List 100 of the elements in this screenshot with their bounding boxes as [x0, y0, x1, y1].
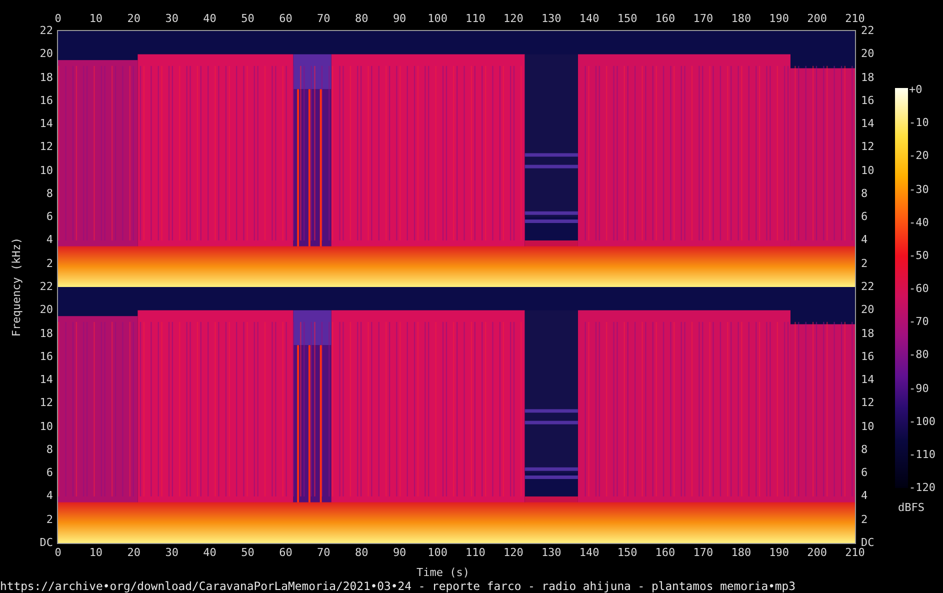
- axis-tick-label: 80: [354, 547, 368, 559]
- colorbar-tick-label: -110: [909, 448, 936, 461]
- axis-tick-label: 20: [40, 304, 53, 316]
- axis-tick-label: 22: [861, 281, 874, 293]
- axis-tick-label: 170: [693, 547, 714, 559]
- axis-tick-label: 190: [769, 13, 790, 25]
- axis-tick-label: 12: [861, 397, 874, 410]
- axis-tick-label: 210: [845, 547, 865, 559]
- axis-tick-label: 14: [861, 118, 874, 130]
- axis-tick-label: 2: [46, 514, 53, 526]
- axis-tick-label: 100: [428, 547, 448, 559]
- axis-tick-label: 10: [861, 164, 874, 177]
- axis-tick-label: 90: [392, 547, 406, 559]
- axis-tick-label: 18: [40, 328, 53, 340]
- axis-tick-label: 4: [861, 490, 868, 502]
- axis-tick-label: 12: [40, 397, 53, 410]
- axis-tick-label: 2: [46, 258, 53, 270]
- axis-tick-label: 8: [46, 188, 53, 200]
- axis-tick-label: 12: [861, 141, 874, 154]
- colorbar-unit: dBFS: [898, 502, 924, 514]
- axis-tick-label: 200: [807, 547, 827, 559]
- axis-tick-label: 130: [541, 547, 562, 559]
- source-url: https://archive•org/download/CaravanaPorLaMemoria/2021•03•24 - reporte farco - radio ahijuna - plantamos memoria•mp3: [0, 580, 796, 593]
- axis-tick-label: DC: [861, 537, 874, 549]
- axis-tick-label: 100: [428, 13, 448, 25]
- axis-tick-label: 20: [861, 48, 874, 60]
- axis-tick-label: 140: [579, 547, 600, 559]
- axis-tick-label: 16: [40, 350, 53, 363]
- colorbar-tick-label: -50: [909, 250, 929, 262]
- axis-tick-label: 20: [127, 547, 141, 559]
- axis-tick-label: 12: [40, 141, 53, 154]
- axis-tick-label: 90: [392, 13, 406, 25]
- colorbar-tick-label: -90: [909, 382, 929, 394]
- axis-tick-label: 210: [845, 13, 865, 25]
- axis-tick-label: 160: [655, 13, 676, 25]
- axis-tick-label: 40: [203, 13, 216, 25]
- axis-tick-label: 110: [466, 13, 486, 25]
- axis-tick-label: 110: [466, 547, 486, 559]
- axis-tick-label: 4: [46, 490, 53, 502]
- axis-tick-label: 4: [46, 234, 53, 246]
- axis-tick-label: 6: [861, 211, 868, 224]
- axis-tick-label: 0: [54, 547, 62, 559]
- axis-tick-label: 180: [731, 547, 752, 559]
- axis-tick-label: 30: [165, 547, 178, 559]
- axis-tick-label: 10: [861, 420, 874, 433]
- axis-tick-label: 2: [861, 258, 868, 270]
- axis-tick-label: 6: [46, 211, 53, 224]
- axis-tick-label: 120: [503, 13, 524, 25]
- axis-tick-label: 70: [317, 547, 330, 559]
- axis-tick-label: 10: [89, 13, 103, 25]
- colorbar-tick-label: -10: [909, 117, 929, 130]
- axis-tick-label: 16: [861, 350, 874, 363]
- axis-tick-label: 22: [40, 281, 53, 293]
- axis-label: Frequency (kHz): [11, 237, 23, 337]
- axis-tick-label: 60: [279, 547, 292, 559]
- axis-tick-label: 10: [40, 420, 53, 433]
- axis-tick-label: 0: [54, 13, 62, 25]
- colorbar-tick-label: -120: [909, 482, 936, 494]
- axis-tick-label: 14: [40, 118, 53, 130]
- axis-tick-label: 6: [46, 467, 53, 480]
- axis-tick-label: 190: [769, 547, 790, 559]
- axis-tick-label: 30: [165, 13, 178, 25]
- axis-tick-label: 6: [861, 467, 868, 480]
- axis-tick-label: 120: [503, 547, 524, 559]
- colorbar-tick-label: +0: [909, 84, 922, 96]
- colorbar-tick-label: -70: [909, 316, 929, 328]
- axis-tick-label: 8: [46, 444, 53, 456]
- axis-tick-label: 180: [731, 13, 752, 25]
- axis-tick-label: 130: [541, 13, 562, 25]
- axis-tick-label: 20: [861, 304, 874, 316]
- axis-tick-label: 60: [279, 13, 292, 25]
- axis-tick-label: 80: [354, 13, 368, 25]
- axis-tick-label: 18: [861, 328, 874, 340]
- axis-tick-label: 2: [861, 514, 868, 526]
- axis-tick-label: 140: [579, 13, 600, 25]
- axis-label: Time (s): [416, 567, 470, 579]
- axis-tick-label: 22: [40, 25, 53, 37]
- axis-tick-label: 40: [203, 547, 216, 559]
- axis-tick-label: 14: [40, 374, 53, 386]
- axis-tick-label: DC: [40, 537, 53, 549]
- colorbar-tick-label: -80: [909, 349, 929, 362]
- axis-tick-label: 18: [40, 72, 53, 84]
- colorbar-tick-label: -20: [909, 150, 929, 162]
- axis-tick-label: 4: [861, 234, 868, 246]
- colorbar-tick-label: -100: [909, 416, 936, 428]
- axis-tick-label: 150: [617, 13, 638, 25]
- colorbar-tick-label: -60: [909, 283, 929, 295]
- axis-tick-label: 50: [241, 547, 254, 559]
- axis-tick-label: 20: [40, 48, 53, 60]
- colorbar-tick-label: -30: [909, 184, 929, 196]
- axis-tick-label: 20: [127, 13, 141, 25]
- axis-tick-label: 14: [861, 374, 874, 386]
- axis-tick-label: 8: [861, 188, 868, 200]
- axis-tick-label: 8: [861, 444, 868, 456]
- colorbar-tick-label: -40: [909, 216, 929, 229]
- axis-tick-label: 16: [861, 94, 874, 107]
- axis-tick-label: 70: [317, 13, 330, 25]
- axis-tick-label: 18: [861, 72, 874, 84]
- axis-tick-label: 200: [807, 13, 827, 25]
- axis-tick-label: 16: [40, 94, 53, 107]
